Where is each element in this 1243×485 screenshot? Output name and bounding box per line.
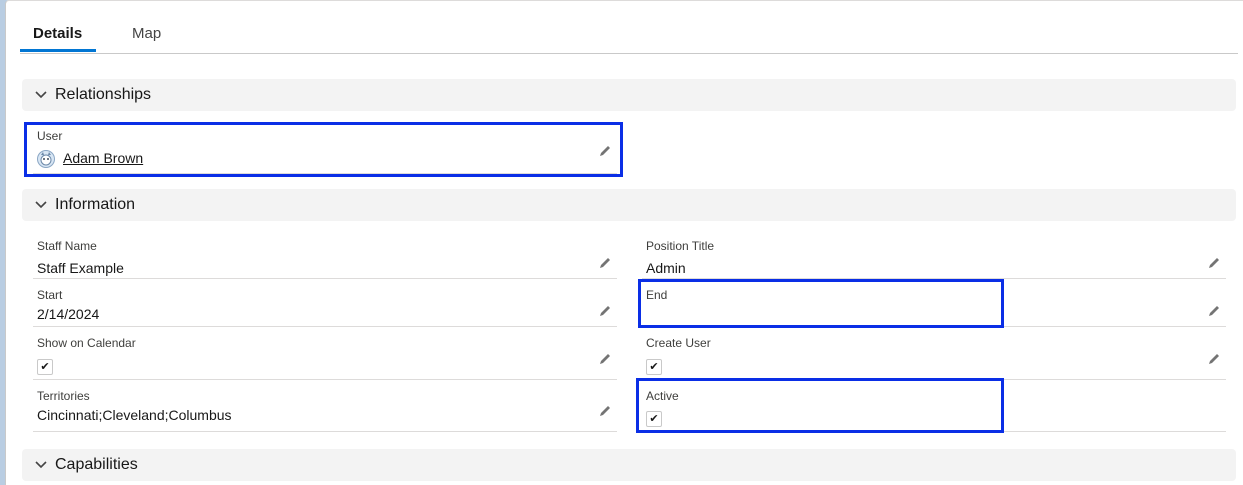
- field-show-on-calendar: Show on Calendar ✔: [33, 332, 617, 380]
- field-start: Start 2/14/2024: [33, 284, 617, 327]
- checkbox-checked: ✔: [646, 411, 662, 427]
- field-label: Active: [646, 389, 679, 403]
- chevron-down-icon: [35, 201, 47, 209]
- active-tab-indicator: [20, 49, 96, 52]
- field-label: Territories: [37, 389, 90, 403]
- field-label: Start: [37, 288, 63, 302]
- field-label: Show on Calendar: [37, 336, 136, 350]
- pencil-icon[interactable]: [598, 304, 612, 318]
- pencil-icon[interactable]: [1207, 304, 1221, 318]
- field-label: Staff Name: [37, 239, 97, 253]
- field-user: User Adam Brown: [33, 125, 617, 174]
- user-avatar-icon: [37, 150, 55, 168]
- pencil-icon[interactable]: [1207, 352, 1221, 366]
- checkbox-checked: ✔: [646, 359, 662, 375]
- field-position-title: Position Title Admin: [642, 235, 1226, 279]
- tab-details[interactable]: Details: [33, 25, 82, 42]
- field-end: End: [642, 284, 1226, 327]
- field-label: End: [646, 288, 668, 302]
- chevron-down-icon: [35, 91, 47, 99]
- field-value: 2/14/2024: [37, 306, 100, 322]
- field-create-user: Create User ✔: [642, 332, 1226, 380]
- section-information[interactable]: Information: [22, 189, 1236, 221]
- field-label: User: [37, 129, 63, 143]
- field-value: Admin: [646, 260, 686, 276]
- field-active: Active ✔: [642, 385, 1226, 432]
- pencil-icon[interactable]: [598, 352, 612, 366]
- field-value: Staff Example: [37, 260, 124, 276]
- user-link[interactable]: Adam Brown: [63, 150, 143, 166]
- field-territories: Territories Cincinnati;Cleveland;Columbu…: [33, 385, 617, 432]
- section-title: Capabilities: [55, 456, 138, 473]
- pencil-icon[interactable]: [598, 144, 612, 158]
- section-capabilities[interactable]: Capabilities: [22, 449, 1236, 481]
- pencil-icon[interactable]: [1207, 256, 1221, 270]
- checkbox-checked: ✔: [37, 359, 53, 375]
- section-relationships[interactable]: Relationships: [22, 79, 1236, 111]
- field-value: Cincinnati;Cleveland;Columbus: [37, 407, 232, 423]
- pencil-icon[interactable]: [598, 404, 612, 418]
- record-details-card: Details Map Relationships User Adam Brow…: [5, 0, 1243, 485]
- chevron-down-icon: [35, 461, 47, 469]
- section-title: Relationships: [55, 86, 152, 103]
- tab-map[interactable]: Map: [132, 25, 161, 42]
- field-label: Position Title: [646, 239, 715, 253]
- field-staff-name: Staff Name Staff Example: [33, 235, 617, 279]
- tab-bar: Details Map: [20, 1, 1238, 54]
- section-title: Information: [55, 196, 136, 213]
- field-label: Create User: [646, 336, 711, 350]
- pencil-icon[interactable]: [598, 256, 612, 270]
